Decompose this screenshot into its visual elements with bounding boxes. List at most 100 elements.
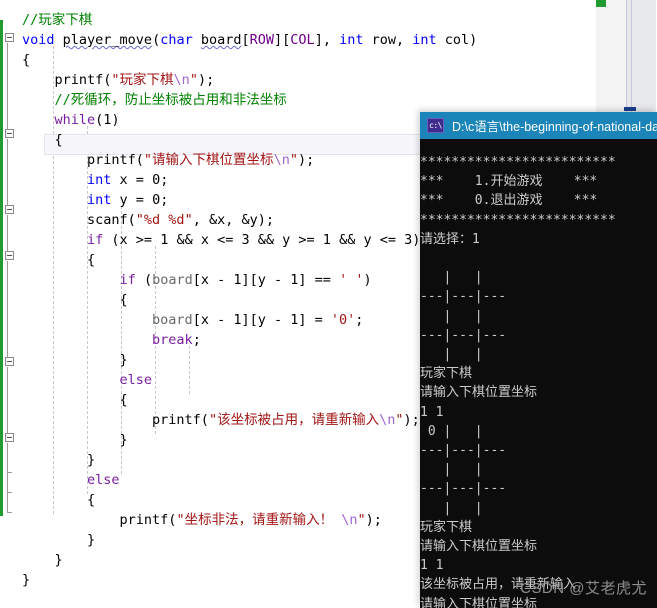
code-token: { (22, 292, 128, 308)
code-line: else (22, 370, 477, 390)
fold-tick-a (7, 472, 12, 473)
code-token: scanf( (22, 212, 136, 228)
scrollbar-track[interactable] (596, 0, 626, 112)
code-token: (x >= (103, 232, 161, 248)
fold-line-if-inner (7, 261, 8, 357)
code-token: '0' (330, 312, 356, 328)
code-token: ; (192, 332, 201, 348)
code-token: ], (314, 32, 340, 48)
code-token: "请输入下棋位置坐标 (143, 152, 274, 168)
scrollbar-separator-left (626, 0, 627, 112)
code-token: } (22, 352, 128, 368)
code-token: col) (436, 32, 478, 48)
code-token: { (22, 492, 96, 508)
code-token: [x - (192, 272, 234, 288)
code-line: { (22, 290, 477, 310)
code-token: ; (160, 172, 169, 188)
code-token: ) (363, 272, 372, 288)
code-line: while(1) (22, 110, 477, 130)
code-token: while (54, 112, 96, 128)
code-line: //死循环，防止坐标被占用和非法坐标 (22, 90, 477, 110)
code-token: x = (111, 172, 153, 188)
code-line: } (22, 450, 477, 470)
code-token: ); (197, 72, 215, 88)
code-token: , &x, &y); (192, 212, 274, 228)
code-token: { (22, 52, 31, 68)
code-token: 3 (241, 232, 250, 248)
code-token: board (200, 32, 242, 48)
code-line: } (22, 550, 477, 570)
code-token: } (22, 572, 31, 588)
code-line: int x = 0; (22, 170, 477, 190)
console-output-area[interactable]: ************************* *** 1.开始游戏 ***… (420, 139, 657, 608)
code-token: ][y - (241, 272, 291, 288)
code-token: //玩家下棋 (22, 12, 93, 28)
fold-toggle-if-outer[interactable] (5, 205, 14, 214)
code-token: int (87, 192, 112, 208)
console-app-icon: c:\ (427, 118, 444, 133)
code-token: ] == (298, 272, 340, 288)
code-token: ); (365, 512, 382, 528)
code-line: int y = 0; (22, 190, 477, 210)
fold-toggle-while[interactable] (5, 129, 14, 138)
fold-toggle-else-inner[interactable] (5, 357, 14, 366)
code-token: else (119, 372, 153, 388)
fold-line-function (7, 43, 8, 129)
code-line: } (22, 570, 477, 590)
outlining-gutter[interactable] (3, 0, 21, 608)
code-line: { (22, 250, 477, 270)
fold-toggle-function[interactable] (5, 33, 14, 42)
code-token: } (22, 532, 96, 548)
code-token: { (22, 392, 128, 408)
code-token: char (160, 32, 193, 48)
code-text[interactable]: //玩家下棋 void player_move(char board[ROW][C… (22, 10, 477, 590)
code-line: printf("玩家下棋\n"); (22, 70, 477, 90)
code-token: COL (290, 32, 315, 48)
code-token: [x - (192, 312, 234, 328)
code-line: } (22, 350, 477, 370)
code-token: printf( (22, 152, 144, 168)
code-token: " (357, 512, 366, 528)
code-line: scanf("%d %d", &x, &y); (22, 210, 477, 230)
code-line: if (x >= 1 && x <= 3 && y >= 1 && y <= 3… (22, 230, 477, 250)
code-token: \n (341, 512, 358, 528)
fold-line-else-outer (7, 443, 8, 513)
fold-tick-b (7, 492, 12, 493)
code-token: ; (355, 312, 364, 328)
scrollbar-overview-strip[interactable] (596, 0, 656, 112)
watermark-text: CSDN @艾老虎尤 (520, 580, 647, 597)
code-token: ); (297, 152, 315, 168)
code-token: ][ (274, 32, 291, 48)
console-window[interactable]: c:\ D:\c语言\the-beginning-of-national-day… (420, 112, 657, 608)
code-token: int (412, 32, 437, 48)
console-title-text: D:\c语言\the-beginning-of-national-day (452, 120, 657, 134)
code-line: { (22, 130, 477, 150)
fold-toggle-if-inner[interactable] (5, 251, 14, 260)
code-token: if (87, 232, 104, 248)
fold-line-while (7, 139, 8, 205)
code-token: printf( (22, 72, 112, 88)
code-token: && y >= (249, 232, 323, 248)
fold-line-if-outer (7, 215, 8, 251)
code-token: && x <= (168, 232, 242, 248)
code-line: } (22, 530, 477, 550)
code-token: player_move (62, 32, 153, 48)
fold-toggle-else-outer[interactable] (5, 433, 14, 442)
code-token: " (289, 152, 298, 168)
code-token: ] = (298, 312, 331, 328)
code-token: printf( (22, 512, 177, 528)
code-token: void (22, 32, 55, 48)
code-token: break (152, 332, 193, 348)
code-token: printf( (22, 412, 209, 428)
console-title-bar[interactable]: c:\ D:\c语言\the-beginning-of-national-day (420, 112, 657, 139)
code-line: void player_move(char board[ROW][COL], i… (22, 30, 477, 50)
code-line: { (22, 390, 477, 410)
